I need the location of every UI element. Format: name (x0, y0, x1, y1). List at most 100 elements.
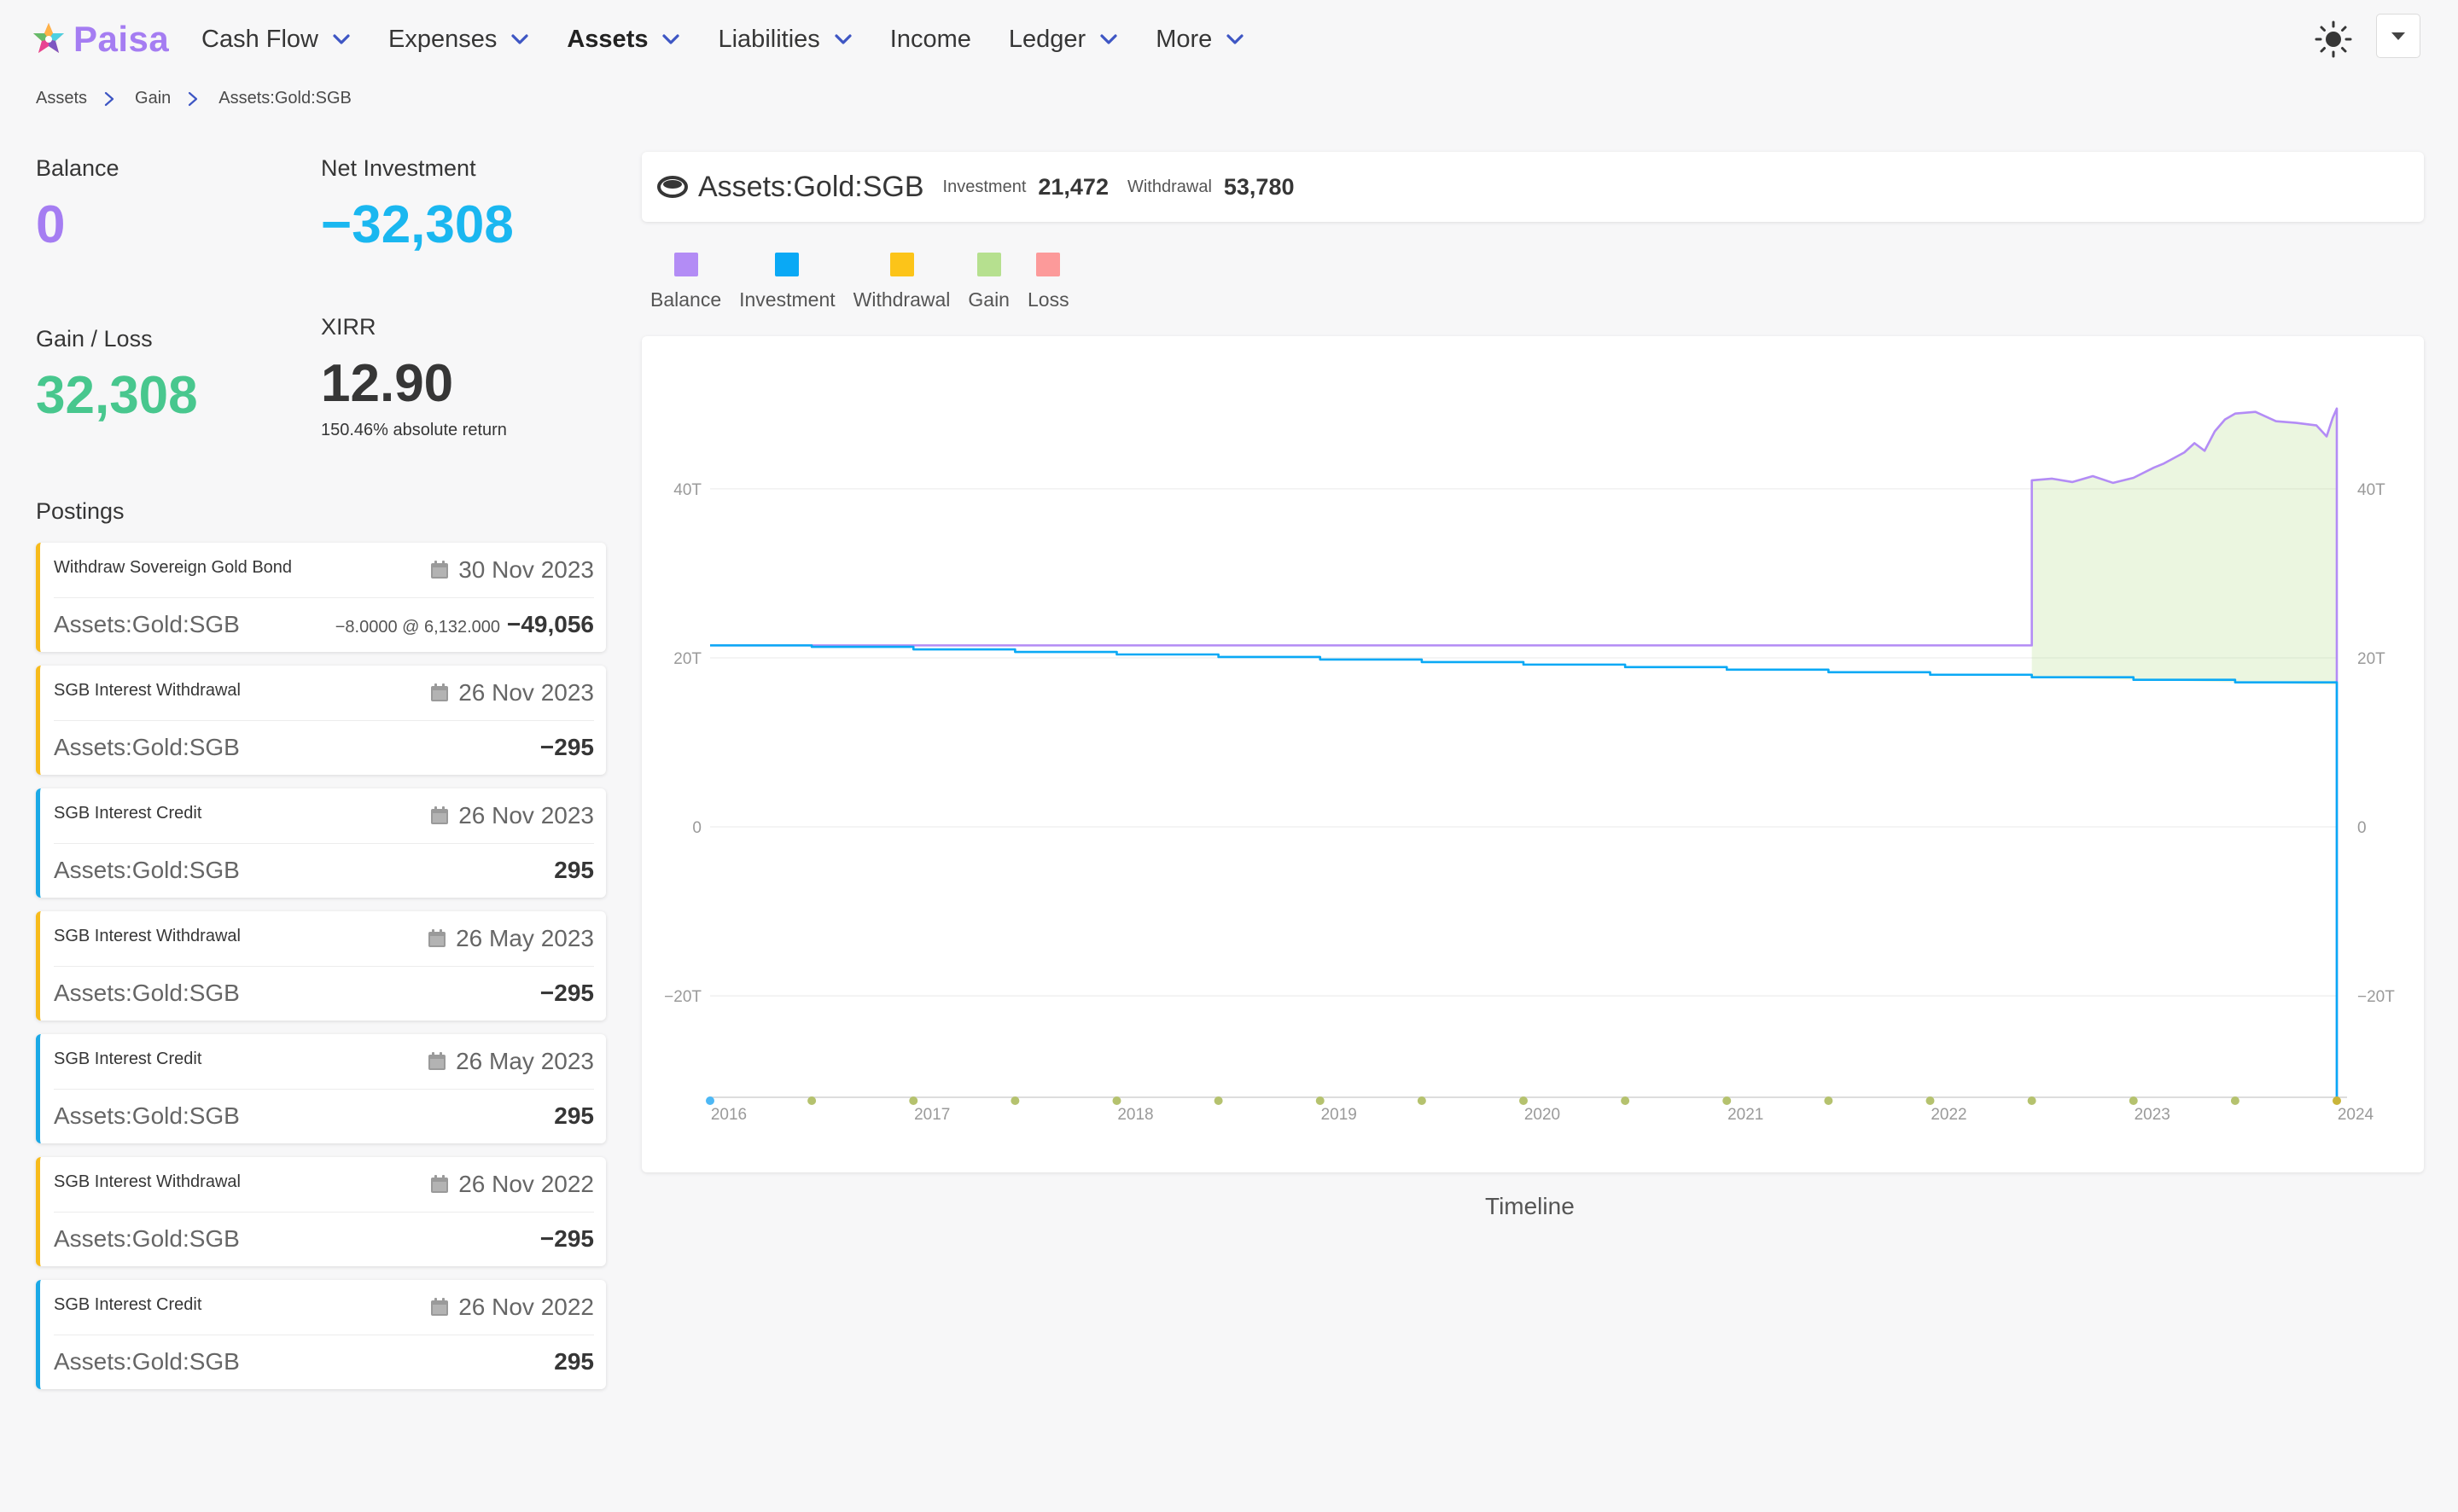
posting-card[interactable]: SGB Interest Withdrawal 26 Nov 2022 Assets… (36, 1157, 606, 1266)
legend-swatch (1036, 253, 1061, 276)
posting-date-text: 30 Nov 2023 (458, 556, 594, 583)
legend-item-loss[interactable]: Loss (1028, 253, 1069, 311)
chart-legend: Balance Investment Withdrawal Gain Loss (650, 253, 1087, 311)
posting-card[interactable]: Withdraw Sovereign Gold Bond 30 Nov 2023 A… (36, 543, 606, 652)
posting-card[interactable]: SGB Interest Credit 26 Nov 2022 Assets:Gol… (36, 1280, 606, 1389)
posting-card[interactable]: SGB Interest Credit 26 May 2023 Assets:Gol… (36, 1034, 606, 1143)
posting-card[interactable]: SGB Interest Withdrawal 26 May 2023 Assets… (36, 911, 606, 1021)
legend-label: Gain (968, 288, 1010, 311)
posting-account: Assets:Gold:SGB (54, 734, 240, 760)
transaction-marker[interactable] (2230, 1096, 2240, 1105)
breadcrumb-item: Assets:Gold:SGB (218, 89, 352, 108)
series-line-investment (710, 644, 2339, 1097)
transaction-marker[interactable] (1112, 1096, 1121, 1105)
transaction-marker[interactable] (1519, 1096, 1528, 1105)
y-tick-label-right: 20T (2357, 650, 2385, 668)
transaction-marker[interactable] (2333, 1096, 2341, 1105)
chevron-right-icon (104, 91, 114, 106)
nav-item-label: Expenses (388, 25, 498, 53)
posting-date: 30 Nov 2023 (429, 556, 594, 584)
chevron-down-icon (511, 34, 528, 44)
nav-item-ledger[interactable]: Ledger (1009, 26, 1118, 54)
transaction-marker[interactable] (2027, 1096, 2036, 1105)
nav-item-income[interactable]: Income (890, 26, 971, 54)
x-tick-label: 2020 (1524, 1106, 1560, 1124)
nav-item-more[interactable]: More (1156, 26, 1244, 54)
posting-card[interactable]: SGB Interest Withdrawal 26 Nov 2023 Assets… (36, 666, 606, 775)
transaction-marker[interactable] (2129, 1096, 2138, 1105)
transaction-marker[interactable] (1214, 1096, 1223, 1105)
transaction-marker[interactable] (1315, 1096, 1325, 1105)
posting-card[interactable]: SGB Interest Credit 26 Nov 2023 Assets:Gol… (36, 788, 606, 898)
y-tick-label-left: 40T (673, 481, 702, 499)
posting-amount: 295 (554, 857, 594, 884)
transaction-marker[interactable] (706, 1096, 714, 1105)
timeline-chart-card: −20T −20T 0 0 20T 20T 40T 40T 2016 2017 2018 2019 20… (642, 336, 2424, 1172)
nav-item-liabilities[interactable]: Liabilities (718, 26, 852, 54)
legend-item-investment[interactable]: Investment (739, 253, 836, 311)
posting-amount-value: −49,056 (507, 611, 594, 637)
nav-item-label: Income (889, 25, 971, 53)
nav-item-assets[interactable]: Assets (567, 26, 680, 54)
posting-account: Assets:Gold:SGB (54, 1348, 240, 1375)
nav-item-label: Cash Flow (201, 25, 318, 53)
user-menu-dropdown-button[interactable] (2376, 14, 2420, 58)
nav-menu: Cash Flow Expenses Assets Liabilities Income… (201, 0, 1282, 79)
posting-description: SGB Interest Withdrawal (54, 1172, 241, 1191)
nav-item-expenses[interactable]: Expenses (388, 26, 529, 54)
timeline-chart[interactable]: −20T −20T 0 0 20T 20T 40T 40T 2016 2017 2018 2019 20… (642, 336, 2424, 1172)
brand[interactable]: Paisa (31, 19, 169, 60)
absolute-return-text: 150.46% absolute return (321, 421, 507, 439)
posting-amount-value: −295 (539, 980, 594, 1006)
posting-amount: −8.0000 @ 6,132.000 −49,056 (335, 611, 594, 638)
sun-icon[interactable] (2313, 19, 2354, 60)
posting-date: 26 Nov 2023 (429, 679, 594, 707)
posting-divider (54, 966, 594, 967)
top-navbar: Paisa Cash Flow Expenses Assets Liabilities… (0, 0, 2458, 79)
posting-date-text: 26 Nov 2022 (458, 1294, 594, 1320)
legend-item-balance[interactable]: Balance (650, 253, 721, 311)
chevron-down-icon (1100, 34, 1117, 44)
posting-account: Assets:Gold:SGB (54, 857, 240, 883)
transaction-marker[interactable] (1621, 1096, 1630, 1105)
caret-down-icon (2391, 32, 2405, 40)
posting-amount-value: −295 (539, 1225, 594, 1252)
chevron-down-icon (835, 34, 852, 44)
calendar-icon (431, 561, 449, 579)
transaction-marker[interactable] (807, 1096, 817, 1105)
y-tick-label-right: 0 (2357, 819, 2367, 837)
postings-title: Postings (36, 498, 125, 524)
y-tick-label-left: 20T (673, 650, 702, 668)
transaction-marker[interactable] (909, 1096, 918, 1105)
posting-amount: −295 (540, 734, 594, 761)
legend-swatch (889, 253, 914, 276)
transaction-marker[interactable] (1722, 1096, 1732, 1105)
x-tick-label: 2016 (711, 1106, 747, 1124)
chevron-right-icon (189, 91, 198, 106)
xirr-value: 12.90 (321, 354, 454, 413)
posting-divider (54, 1089, 594, 1090)
posting-divider (54, 843, 594, 844)
chevron-down-icon (1226, 34, 1244, 44)
posting-date: 26 Nov 2023 (429, 802, 594, 829)
calendar-icon (431, 806, 449, 824)
posting-amount: 295 (554, 1102, 594, 1130)
stat-label: Balance (36, 155, 119, 181)
legend-item-withdrawal[interactable]: Withdrawal (853, 253, 950, 311)
breadcrumb-item[interactable]: Gain (135, 89, 171, 108)
transaction-marker[interactable] (1925, 1096, 1935, 1105)
legend-item-gain[interactable]: Gain (968, 253, 1010, 311)
posting-amount: −295 (540, 980, 594, 1007)
gain-area (2031, 408, 2337, 1097)
calendar-icon (431, 1175, 449, 1193)
stat-label: XIRR (321, 314, 376, 340)
transaction-marker[interactable] (1824, 1096, 1833, 1105)
nav-item-cash-flow[interactable]: Cash Flow (201, 26, 351, 54)
posting-account: Assets:Gold:SGB (54, 1102, 240, 1129)
posting-description: SGB Interest Credit (54, 804, 202, 823)
net-investment-value: −32,308 (321, 195, 514, 254)
transaction-marker[interactable] (1417, 1096, 1426, 1105)
breadcrumb-item[interactable]: Assets (36, 89, 87, 108)
posting-description: SGB Interest Withdrawal (54, 927, 241, 945)
transaction-marker[interactable] (1011, 1096, 1020, 1105)
